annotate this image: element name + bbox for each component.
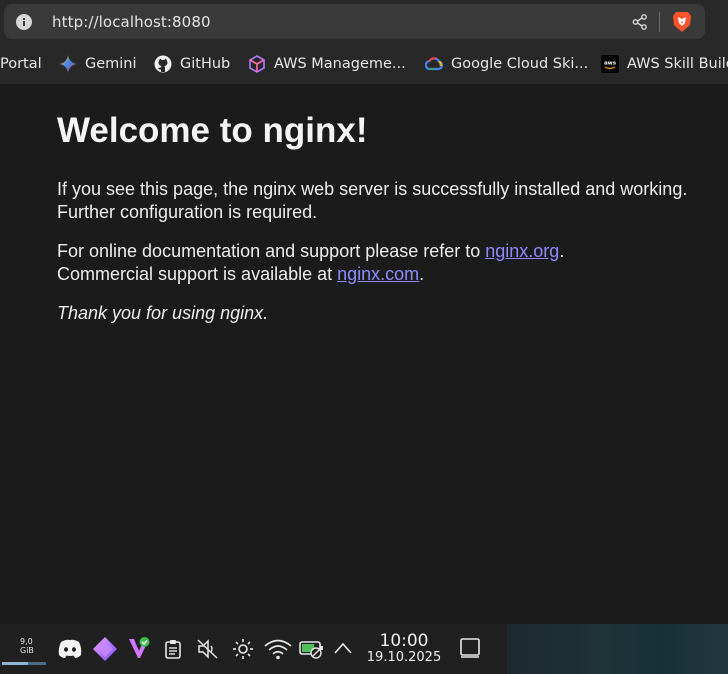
- address-bar[interactable]: http://localhost:8080: [4, 4, 705, 39]
- clock-date: 19.10.2025: [366, 650, 442, 665]
- gem-app-icon[interactable]: [92, 636, 118, 662]
- bookmark-github[interactable]: GitHub: [154, 44, 230, 84]
- vpn-shield-icon[interactable]: [127, 636, 151, 660]
- brightness-icon[interactable]: [232, 638, 254, 660]
- aws-cube-icon: [249, 55, 265, 73]
- bookmark-label: Portal: [0, 56, 42, 72]
- memory-label: 9,0 GiB: [20, 637, 34, 655]
- speaker-muted-icon[interactable]: [197, 639, 219, 659]
- bookmark-aws-management[interactable]: AWS Manageme...: [248, 44, 406, 84]
- brave-lion-icon[interactable]: [672, 11, 692, 33]
- svg-text:aws: aws: [604, 61, 617, 67]
- system-clock[interactable]: 10:00 19.10.2025: [358, 632, 450, 666]
- wifi-icon[interactable]: [264, 638, 292, 660]
- bookmark-portal[interactable]: Portal: [0, 44, 42, 84]
- nginx-org-link[interactable]: nginx.org: [485, 241, 559, 261]
- bookmark-label: Gemini: [85, 56, 137, 72]
- url-text[interactable]: http://localhost:8080: [52, 12, 211, 32]
- clock-time: 10:00: [379, 631, 429, 651]
- bookmark-google-cloud-skills[interactable]: Google Cloud Ski...: [425, 44, 588, 84]
- github-icon: [154, 55, 172, 73]
- discord-icon[interactable]: [57, 638, 83, 660]
- aws-logo-icon: aws: [601, 55, 619, 73]
- bookmark-gemini[interactable]: Gemini: [59, 44, 137, 84]
- bookmark-label: GitHub: [180, 56, 231, 72]
- battery-charging-icon[interactable]: [299, 638, 325, 660]
- install-line-2: Further configuration is required.: [57, 201, 318, 222]
- install-line-1: If you see this page, the nginx web serv…: [57, 179, 688, 199]
- share-icon[interactable]: [631, 13, 649, 31]
- page-viewport: Welcome to nginx! If you see this page, …: [0, 84, 728, 624]
- thanks-paragraph: Thank you for using nginx.: [57, 302, 717, 325]
- docs-text: For online documentation and support ple…: [57, 241, 486, 261]
- commercial-suffix: .: [419, 263, 425, 284]
- url-divider: [659, 12, 660, 32]
- memory-usage-fill: [2, 662, 29, 665]
- support-paragraph: For online documentation and support ple…: [57, 240, 717, 285]
- page-title: Welcome to nginx!: [57, 111, 368, 150]
- browser-toolbar: http://localhost:8080: [0, 0, 728, 44]
- clipboard-icon[interactable]: [164, 639, 182, 659]
- wallpaper-strip: [507, 624, 728, 674]
- memory-usage-bar: [2, 662, 46, 665]
- bookmark-label: AWS Manageme...: [274, 56, 406, 72]
- info-icon[interactable]: [16, 14, 32, 30]
- bookmarks-bar: Portal Gemini GitHub AWS Manageme... Goo…: [0, 44, 728, 84]
- thanks-text: Thank you for using nginx.: [57, 303, 269, 323]
- install-paragraph: If you see this page, the nginx web serv…: [57, 178, 717, 223]
- chevron-up-icon[interactable]: [333, 641, 353, 655]
- show-desktop-icon[interactable]: [459, 637, 481, 659]
- bookmark-label: Google Cloud Ski...: [451, 56, 589, 72]
- docs-suffix: .: [559, 241, 565, 261]
- google-cloud-icon: [425, 57, 443, 71]
- bookmark-aws-skill-builder[interactable]: aws AWS Skill Build: [601, 44, 728, 84]
- gemini-star-icon: [59, 55, 77, 73]
- commercial-text: Commercial support is available at: [57, 263, 338, 284]
- memory-monitor-widget[interactable]: 9,0 GiB: [0, 628, 48, 668]
- nginx-com-link[interactable]: nginx.com: [337, 264, 419, 284]
- nginx-welcome-content: Welcome to nginx! If you see this page, …: [57, 110, 717, 342]
- bookmark-label: AWS Skill Build: [627, 56, 728, 72]
